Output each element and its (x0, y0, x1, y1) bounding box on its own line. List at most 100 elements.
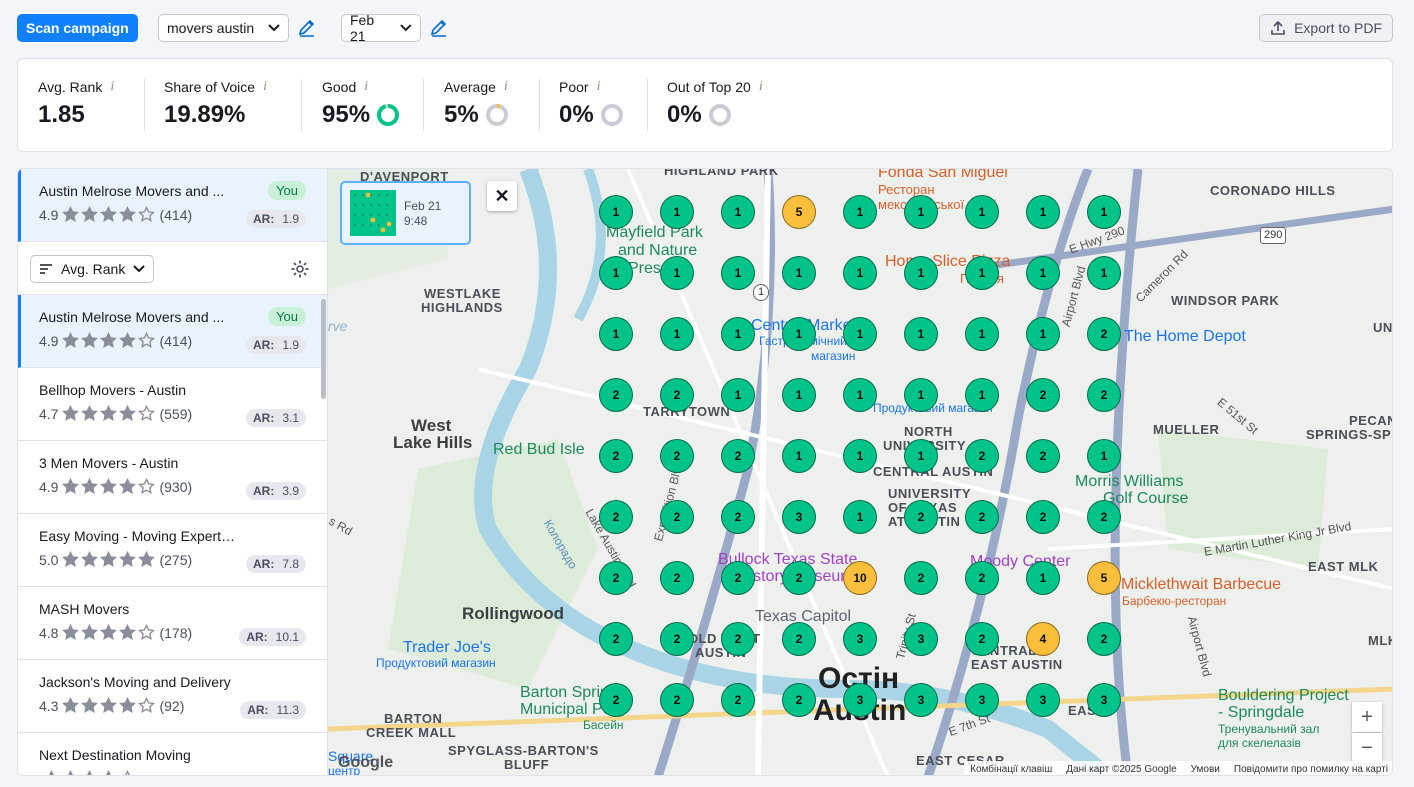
rank-pin[interactable]: 3 (1087, 683, 1121, 717)
keyboard-shortcuts-link[interactable]: Комбінації клавіш (970, 764, 1052, 775)
rank-pin[interactable]: 1 (1026, 256, 1060, 290)
rank-pin[interactable]: 5 (1087, 561, 1121, 595)
zoom-out-button[interactable]: − (1352, 733, 1382, 763)
rank-pin[interactable]: 1 (782, 439, 816, 473)
rank-pin[interactable]: 1 (721, 195, 755, 229)
rank-pin[interactable]: 2 (904, 561, 938, 595)
rank-pin[interactable]: 3 (965, 683, 999, 717)
rank-pin[interactable]: 1 (843, 500, 877, 534)
rank-pin[interactable]: 1 (1087, 256, 1121, 290)
rank-pin[interactable]: 2 (660, 439, 694, 473)
rank-pin[interactable]: 2 (660, 561, 694, 595)
date-select[interactable]: Feb 21 (341, 12, 421, 44)
zoom-in-button[interactable]: + (1352, 702, 1382, 732)
competitor-item[interactable]: Bellhop Movers - Austin 4.7 (559) AR: 3.1 (18, 368, 327, 441)
gear-icon[interactable] (290, 259, 310, 279)
scan-thumbnail[interactable]: Feb 21 9:48 (340, 181, 471, 245)
rank-pin[interactable]: 2 (660, 378, 694, 412)
rank-pin[interactable]: 2 (1087, 378, 1121, 412)
rank-pin[interactable]: 1 (904, 378, 938, 412)
rank-pin[interactable]: 2 (782, 622, 816, 656)
competitor-item[interactable]: MASH Movers 4.8 (178) AR: 10.1 (18, 587, 327, 660)
rank-pin[interactable]: 1 (782, 378, 816, 412)
rank-pin[interactable]: 1 (599, 256, 633, 290)
rank-pin[interactable]: 1 (721, 378, 755, 412)
scan-campaign-button[interactable]: Scan campaign (17, 14, 138, 42)
rank-pin[interactable]: 3 (843, 683, 877, 717)
rank-pin[interactable]: 1 (843, 439, 877, 473)
rank-pin[interactable]: 2 (1087, 317, 1121, 351)
rank-pin[interactable]: 2 (1026, 378, 1060, 412)
rank-pin[interactable]: 1 (1087, 195, 1121, 229)
rank-pin[interactable]: 1 (904, 317, 938, 351)
rank-pin[interactable]: 1 (660, 256, 694, 290)
rank-pin[interactable]: 2 (965, 500, 999, 534)
rank-pin[interactable]: 1 (843, 256, 877, 290)
info-icon[interactable]: i (263, 79, 267, 95)
rank-pin[interactable]: 2 (599, 378, 633, 412)
edit-keyword-icon[interactable] (297, 18, 317, 38)
rank-pin[interactable]: 2 (660, 500, 694, 534)
edit-date-icon[interactable] (429, 18, 449, 38)
map-view[interactable]: D'AVENPORT HIGHLAND PARK Fonda San Migue… (326, 169, 1392, 775)
rank-pin[interactable]: 2 (721, 439, 755, 473)
rank-pin[interactable]: 2 (721, 683, 755, 717)
rank-pin[interactable]: 2 (721, 500, 755, 534)
scrollbar[interactable] (321, 299, 326, 399)
rank-pin[interactable]: 2 (599, 561, 633, 595)
rank-pin[interactable]: 2 (721, 561, 755, 595)
rank-pin[interactable]: 1 (843, 317, 877, 351)
close-icon[interactable]: ✕ (487, 181, 517, 211)
rank-pin[interactable]: 2 (1026, 439, 1060, 473)
report-error-link[interactable]: Повідомити про помилку на карті (1234, 764, 1388, 775)
rank-pin[interactable]: 2 (1087, 500, 1121, 534)
competitor-item[interactable]: 3 Men Movers - Austin 4.9 (930) AR: 3.9 (18, 441, 327, 514)
rank-pin[interactable]: 3 (782, 500, 816, 534)
competitor-item[interactable]: Easy Moving - Moving Experts in A... 5.0 (… (18, 514, 327, 587)
competitor-item[interactable]: Next Destination Moving (18, 733, 327, 775)
rank-pin[interactable]: 1 (660, 317, 694, 351)
rank-pin[interactable]: 3 (904, 622, 938, 656)
rank-pin[interactable]: 2 (599, 500, 633, 534)
rank-pin[interactable]: 3 (904, 683, 938, 717)
rank-pin[interactable]: 1 (1026, 561, 1060, 595)
rank-pin[interactable]: 2 (660, 683, 694, 717)
rank-pin[interactable]: 1 (965, 317, 999, 351)
competitor-item[interactable]: Austin Melrose Movers and ... 4.9 (414) You… (18, 295, 327, 368)
rank-pin[interactable]: 2 (782, 561, 816, 595)
selected-business[interactable]: Austin Melrose Movers and ... 4.9 (414) … (18, 169, 327, 242)
rank-pin[interactable]: 2 (1026, 500, 1060, 534)
rank-pin[interactable]: 1 (782, 256, 816, 290)
rank-pin[interactable]: 3 (843, 622, 877, 656)
info-icon[interactable]: i (597, 79, 601, 95)
competitor-item[interactable]: Jackson's Moving and Delivery 4.3 (92) AR: 1… (18, 660, 327, 733)
rank-pin[interactable]: 2 (599, 683, 633, 717)
rank-pin[interactable]: 1 (782, 317, 816, 351)
rank-pin[interactable]: 1 (1026, 317, 1060, 351)
rank-pin[interactable]: 1 (721, 256, 755, 290)
rank-pin[interactable]: 3 (1026, 683, 1060, 717)
rank-pin[interactable]: 10 (843, 561, 877, 595)
rank-pin[interactable]: 1 (660, 195, 694, 229)
rank-pin[interactable]: 1 (965, 195, 999, 229)
rank-pin[interactable]: 5 (782, 195, 816, 229)
rank-pin[interactable]: 1 (965, 256, 999, 290)
export-pdf-button[interactable]: Export to PDF (1259, 14, 1393, 42)
rank-pin[interactable]: 1 (843, 195, 877, 229)
info-icon[interactable]: i (504, 79, 508, 95)
info-icon[interactable]: i (759, 79, 763, 95)
rank-pin[interactable]: 2 (965, 622, 999, 656)
rank-pin[interactable]: 2 (965, 439, 999, 473)
rank-pin[interactable]: 2 (965, 561, 999, 595)
rank-pin[interactable]: 2 (782, 683, 816, 717)
sort-select[interactable]: Avg. Rank (30, 255, 155, 283)
rank-pin[interactable]: 2 (904, 500, 938, 534)
rank-pin[interactable]: 1 (843, 378, 877, 412)
rank-pin[interactable]: 2 (721, 622, 755, 656)
rank-pin[interactable]: 1 (1026, 195, 1060, 229)
rank-pin[interactable]: 4 (1026, 622, 1060, 656)
rank-pin[interactable]: 2 (599, 622, 633, 656)
rank-pin[interactable]: 1 (721, 317, 755, 351)
rank-pin[interactable]: 1 (599, 195, 633, 229)
rank-pin[interactable]: 1 (904, 195, 938, 229)
